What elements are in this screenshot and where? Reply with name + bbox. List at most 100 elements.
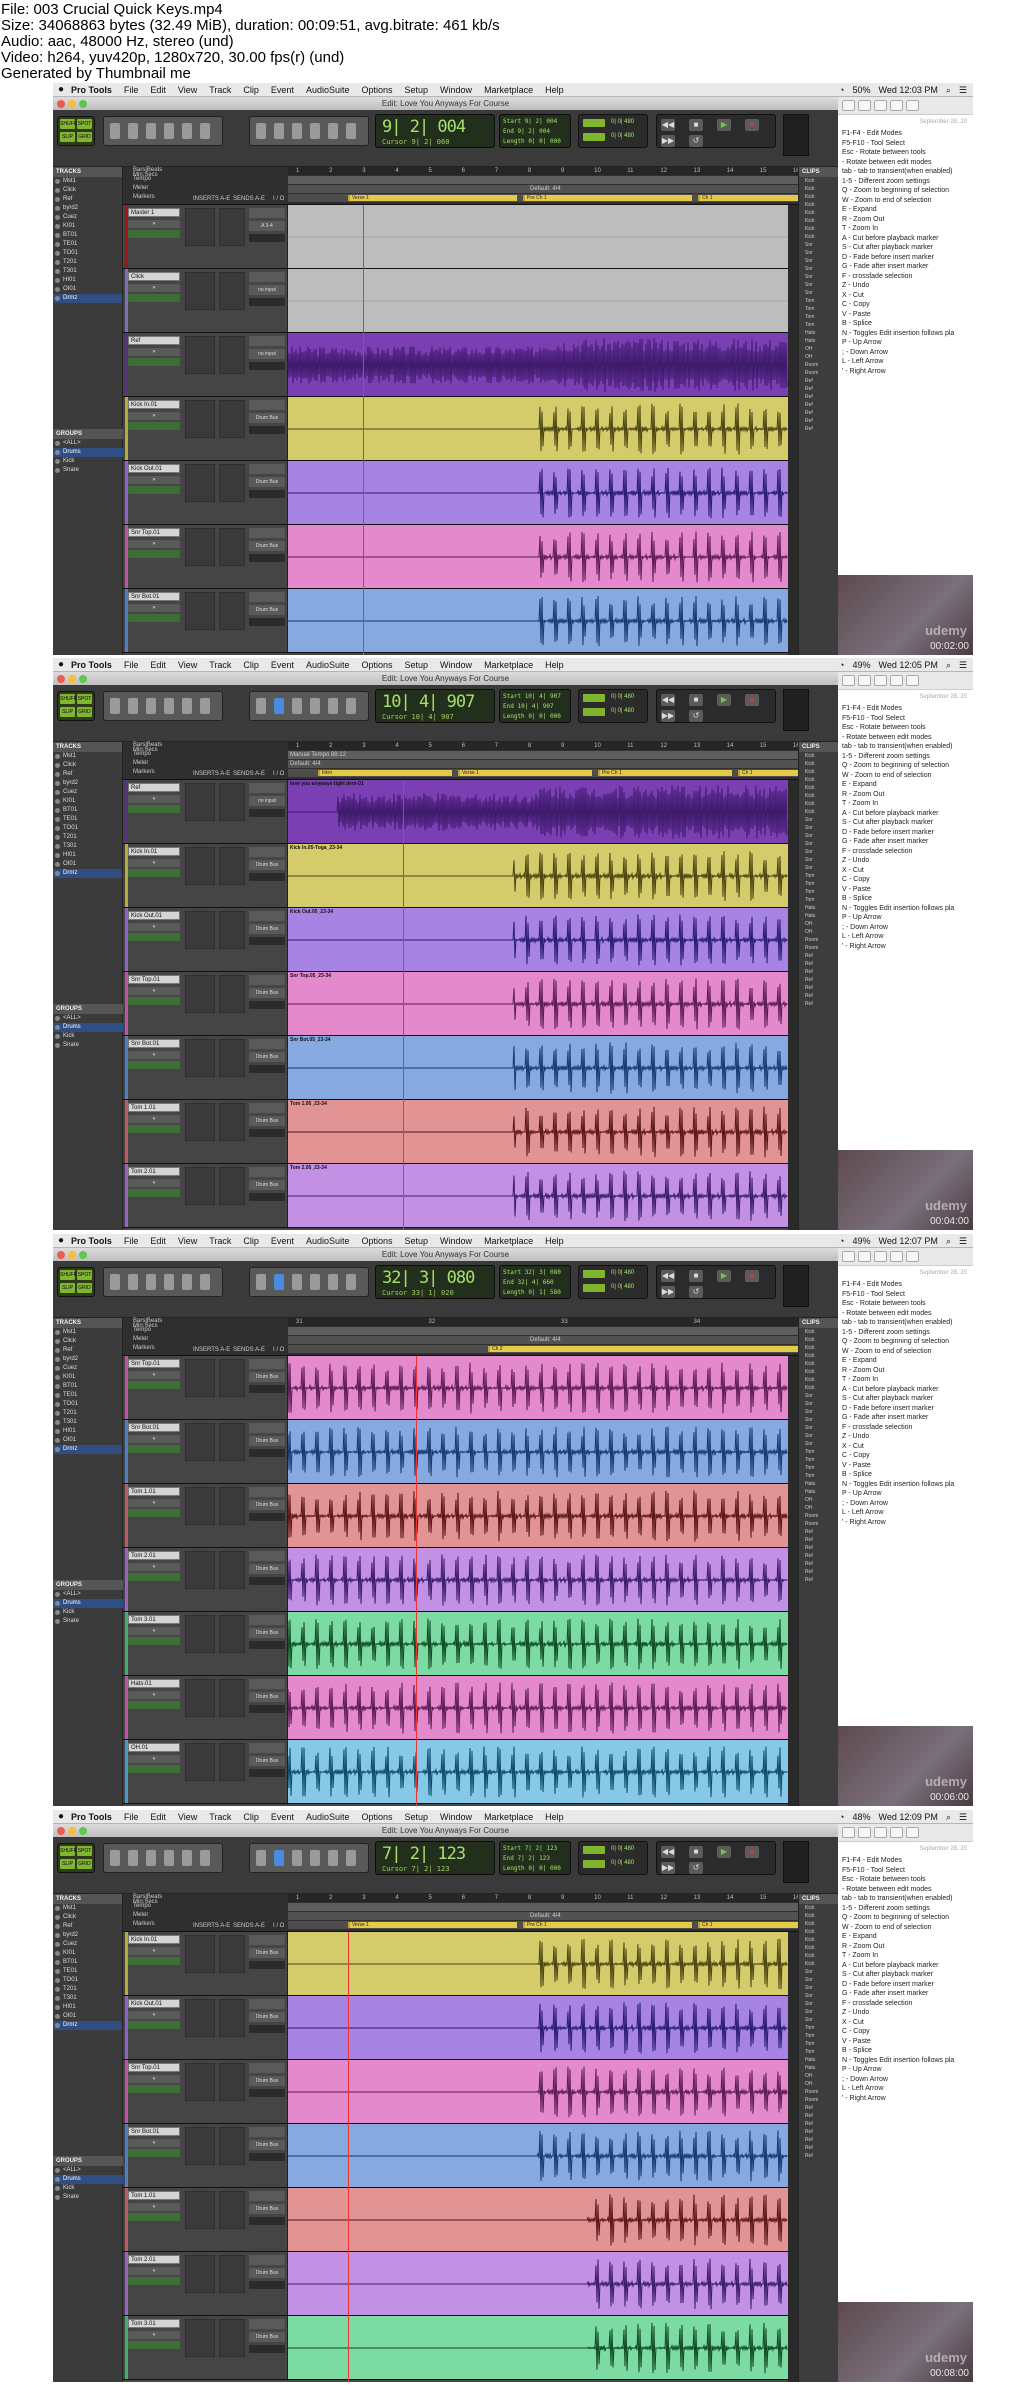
track-view-selector[interactable]: ▾ — [128, 987, 180, 995]
clip-item[interactable]: Kick — [799, 768, 838, 776]
track-view-selector[interactable]: ▾ — [128, 1435, 180, 1443]
menu-item[interactable]: Edit — [144, 1812, 172, 1822]
track-sends[interactable] — [219, 1551, 245, 1589]
track-content[interactable] — [288, 2188, 788, 2251]
track-automation-selector[interactable] — [128, 1445, 180, 1453]
clip-item[interactable]: Room — [799, 2088, 838, 2096]
clip-item[interactable]: Tom — [799, 1472, 838, 1480]
track-list-item[interactable]: TE01 — [53, 1967, 122, 1976]
clip-item[interactable]: OH — [799, 353, 838, 361]
window-control-icon[interactable] — [68, 675, 76, 683]
notes-tool-icon[interactable] — [858, 675, 871, 686]
selection-readout[interactable]: Start 32| 3| 080 End 32| 4| 660 Length 0| … — [499, 1265, 571, 1299]
menu-item[interactable]: AudioSuite — [300, 1812, 356, 1822]
zoom-icon[interactable] — [128, 1850, 138, 1866]
track-inserts[interactable] — [185, 1935, 215, 1973]
menu-item[interactable]: View — [172, 1812, 203, 1822]
track-inserts[interactable] — [185, 911, 215, 949]
clip-item[interactable]: Ref — [799, 952, 838, 960]
track-input[interactable] — [249, 847, 285, 857]
track[interactable]: Tom 2.01 ▾ Drum Bus — [123, 1548, 788, 1612]
notes-tool-icon[interactable] — [874, 1827, 887, 1838]
notes-tool-icon[interactable] — [858, 1251, 871, 1262]
track-content[interactable] — [288, 2124, 788, 2187]
transport-button[interactable]: ↺ — [689, 135, 703, 147]
track-name[interactable]: Kick In.01 — [128, 400, 180, 409]
track-content[interactable] — [288, 1676, 788, 1739]
track[interactable]: Kick In.01 ▾ Drum Bus Kick In.05-Toga_23-34 — [123, 844, 788, 908]
track-input[interactable] — [249, 2255, 285, 2265]
clip-item[interactable]: Ref — [799, 385, 838, 393]
track[interactable]: Ref ▾ no input love you anyways tight dem-0… — [123, 780, 788, 844]
search-icon[interactable]: ⌕ — [946, 660, 951, 671]
track-input[interactable] — [249, 1423, 285, 1433]
track-list-item[interactable]: OI01 — [53, 1436, 122, 1445]
window-control-icon[interactable] — [79, 1827, 87, 1835]
track-input[interactable] — [249, 1167, 285, 1177]
notes-tool-icon[interactable] — [906, 675, 919, 686]
clip-item[interactable]: Snr — [799, 1992, 838, 2000]
track-inserts[interactable] — [185, 464, 215, 502]
track-automation-selector[interactable] — [128, 550, 180, 558]
zoom-icon[interactable] — [128, 123, 138, 139]
track[interactable]: Tom 1.01 ▾ Drum Bus — [123, 2188, 788, 2252]
edit-mode-button[interactable]: SPOT — [77, 1270, 92, 1280]
track-view-selector[interactable]: ▾ — [128, 1627, 180, 1635]
clip-item[interactable]: OH — [799, 2080, 838, 2088]
track-list-item[interactable]: T301 — [53, 267, 122, 276]
track-volume[interactable] — [249, 937, 285, 945]
clip-item[interactable]: Snr — [799, 840, 838, 848]
track-content[interactable]: Tom 2.05_23-34 — [288, 1164, 788, 1227]
track-automation-selector[interactable] — [128, 997, 180, 1005]
edit-mode-button[interactable]: SLIP — [60, 707, 75, 717]
clip-item[interactable]: Tom — [799, 880, 838, 888]
track-list-item[interactable]: Cuez — [53, 1364, 122, 1373]
clip-item[interactable]: Tom — [799, 896, 838, 904]
track[interactable]: Snr Top.01 ▾ Drum Bus — [123, 1356, 788, 1420]
marker[interactable]: Pre Ch 1 — [523, 1922, 692, 1928]
track-volume[interactable] — [249, 1129, 285, 1137]
track-output[interactable]: Drum Bus — [249, 1564, 285, 1574]
track-automation-selector[interactable] — [128, 486, 180, 494]
track-list-item[interactable]: OI01 — [53, 2012, 122, 2021]
edit-mode-selector[interactable]: SHUFFLE SPOT SLIP GRID — [57, 116, 95, 146]
track-automation-selector[interactable] — [128, 614, 180, 622]
zoom-icon[interactable] — [128, 698, 138, 714]
marker[interactable]: Pre Ch 1 — [523, 195, 692, 201]
tool-icon[interactable] — [274, 1850, 284, 1866]
edit-mode-button[interactable]: GRID — [77, 1283, 92, 1293]
track-input[interactable] — [249, 272, 285, 282]
track-automation-selector[interactable] — [128, 805, 180, 813]
main-counter[interactable]: 10| 4| 907 Cursor 10| 4| 907 — [375, 689, 495, 723]
clip-item[interactable]: Hats — [799, 912, 838, 920]
clip-item[interactable]: Room — [799, 2096, 838, 2104]
clip-item[interactable]: Kick — [799, 1368, 838, 1376]
menu-item[interactable]: File — [118, 85, 145, 95]
track-view-selector[interactable]: ▾ — [128, 2139, 180, 2147]
zoom-icon[interactable] — [182, 123, 192, 139]
window-control-icon[interactable] — [57, 1251, 65, 1259]
clip-item[interactable]: Tom — [799, 2032, 838, 2040]
playback-cursor[interactable] — [363, 205, 364, 655]
notes-tool-icon[interactable] — [874, 100, 887, 111]
track-output[interactable]: Drum Bus — [249, 1436, 285, 1446]
tool-icon[interactable] — [346, 1274, 356, 1290]
clip-item[interactable]: Kick — [799, 1352, 838, 1360]
group-item[interactable]: Kick — [53, 2184, 123, 2193]
clip-item[interactable]: Snr — [799, 832, 838, 840]
track-sends[interactable] — [219, 847, 245, 885]
track-output[interactable]: no input — [249, 285, 285, 295]
track-list-item[interactable]: Drmz — [53, 2021, 122, 2030]
clip-item[interactable]: Tom — [799, 888, 838, 896]
track-sends[interactable] — [219, 1167, 245, 1205]
clip-item[interactable]: OH — [799, 920, 838, 928]
tool-icon[interactable] — [310, 1274, 320, 1290]
list-icon[interactable]: ☰ — [959, 660, 967, 671]
clip-item[interactable]: Snr — [799, 1400, 838, 1408]
track-automation-selector[interactable] — [128, 2085, 180, 2093]
wifi-icon[interactable]: ◔ — [839, 660, 844, 670]
group-item[interactable]: Snare — [53, 466, 123, 475]
clip-item[interactable]: Kick — [799, 1936, 838, 1944]
menu-app-name[interactable]: Pro Tools — [69, 1236, 118, 1246]
menu-item[interactable]: View — [172, 85, 203, 95]
